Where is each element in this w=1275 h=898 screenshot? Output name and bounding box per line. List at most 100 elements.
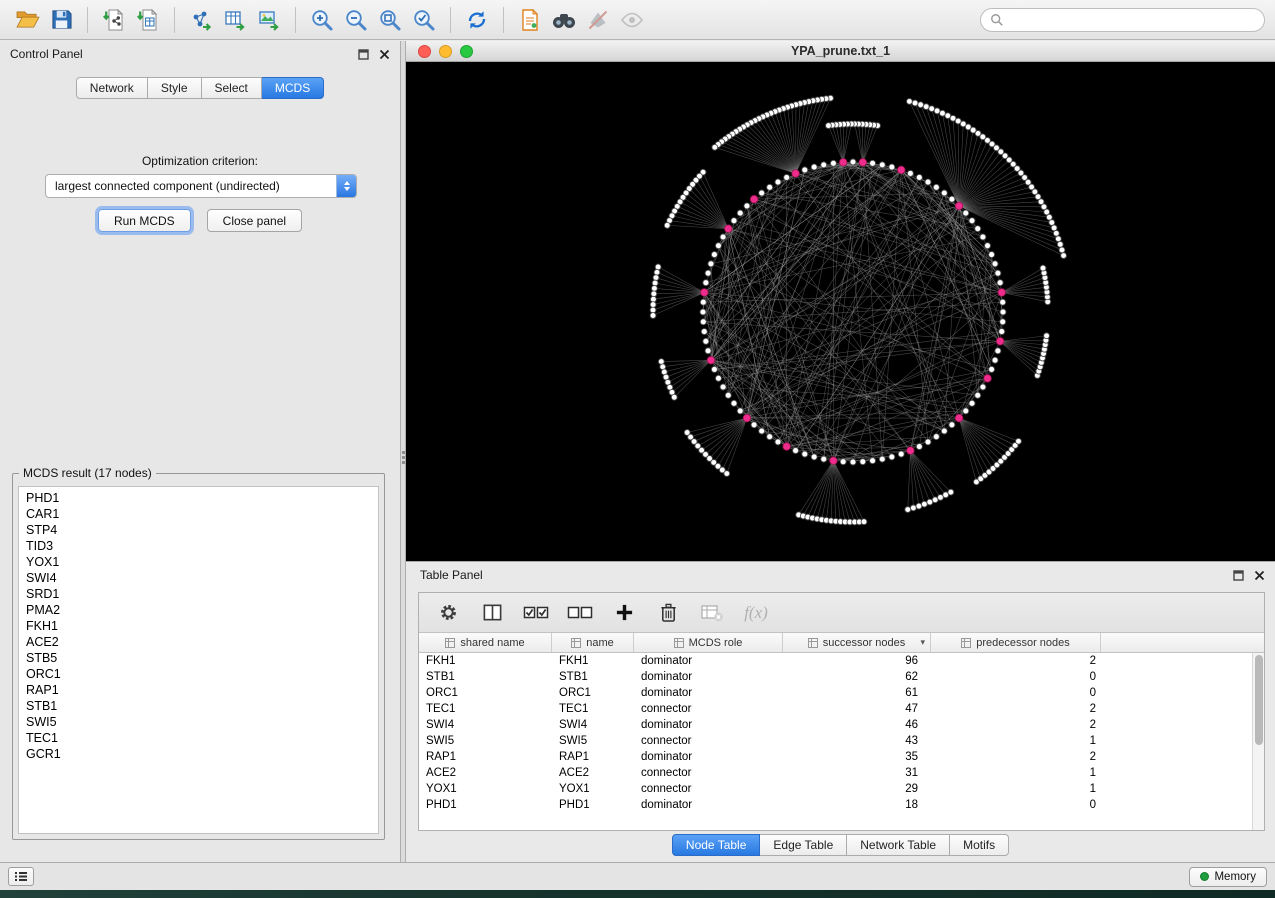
list-item[interactable]: ACE2 <box>26 634 378 650</box>
tab-node-table[interactable]: Node Table <box>672 834 761 856</box>
network-node[interactable] <box>910 505 916 511</box>
network-node[interactable] <box>861 519 867 525</box>
network-node[interactable] <box>916 503 922 509</box>
list-item[interactable]: FKH1 <box>26 618 378 634</box>
network-node[interactable] <box>715 375 721 381</box>
network-node[interactable] <box>889 164 895 170</box>
network-node[interactable] <box>1051 225 1057 231</box>
table-row[interactable]: ORC1ORC1dominator610 <box>419 685 1264 701</box>
list-item[interactable]: PHD1 <box>26 490 378 506</box>
list-item[interactable]: STP4 <box>26 522 378 538</box>
network-node[interactable] <box>975 392 981 398</box>
network-node[interactable] <box>933 184 939 190</box>
network-dominator-node[interactable] <box>707 356 715 364</box>
network-node[interactable] <box>941 428 947 434</box>
close-panel-button[interactable]: Close panel <box>207 209 302 232</box>
network-node[interactable] <box>759 190 765 196</box>
network-node[interactable] <box>918 102 924 108</box>
zoom-selected-button[interactable] <box>407 5 441 35</box>
network-node[interactable] <box>767 184 773 190</box>
network-node[interactable] <box>850 459 856 465</box>
network-node[interactable] <box>1000 309 1006 315</box>
network-node[interactable] <box>905 507 911 513</box>
network-dominator-node[interactable] <box>700 289 708 297</box>
network-node[interactable] <box>1061 253 1067 259</box>
list-item[interactable]: TEC1 <box>26 730 378 746</box>
network-node[interactable] <box>925 439 931 445</box>
tab-network-table[interactable]: Network Table <box>847 834 950 856</box>
network-node[interactable] <box>1040 265 1046 271</box>
network-node[interactable] <box>720 384 726 390</box>
network-node[interactable] <box>1000 299 1006 305</box>
network-dominator-node[interactable] <box>859 159 867 167</box>
network-dominator-node[interactable] <box>750 195 758 203</box>
network-node[interactable] <box>999 329 1005 335</box>
network-node[interactable] <box>654 269 660 275</box>
list-item[interactable]: RAP1 <box>26 682 378 698</box>
network-node[interactable] <box>934 108 940 114</box>
network-node[interactable] <box>941 190 947 196</box>
network-dominator-node[interactable] <box>830 457 838 465</box>
network-node[interactable] <box>992 261 998 267</box>
table-row[interactable]: TEC1TEC1connector472 <box>419 701 1264 717</box>
list-item[interactable]: PMA2 <box>26 602 378 618</box>
hide-graphics-details-button[interactable] <box>581 5 615 35</box>
network-node[interactable] <box>652 280 658 286</box>
deselect-all-rows-button[interactable] <box>563 598 597 628</box>
network-dominator-node[interactable] <box>783 443 791 451</box>
network-node[interactable] <box>737 210 743 216</box>
apply-layout-button[interactable] <box>460 5 494 35</box>
network-node[interactable] <box>995 270 1001 276</box>
chevron-down-icon[interactable]: ▾ <box>920 637 925 648</box>
network-node[interactable] <box>989 252 995 258</box>
network-node[interactable] <box>715 243 721 249</box>
network-node[interactable] <box>784 174 790 180</box>
network-node[interactable] <box>703 338 709 344</box>
show-columns-button[interactable] <box>475 598 509 628</box>
network-dominator-node[interactable] <box>955 414 963 422</box>
tab-mcds[interactable]: MCDS <box>262 77 324 99</box>
table-row[interactable]: SWI5SWI5connector431 <box>419 733 1264 749</box>
table-scrollbar[interactable] <box>1252 653 1264 830</box>
network-node[interactable] <box>912 100 918 106</box>
network-node[interactable] <box>724 471 730 477</box>
list-item[interactable]: TID3 <box>26 538 378 554</box>
network-node[interactable] <box>889 454 895 460</box>
column-header-predecessor-nodes[interactable]: predecessor nodes <box>931 633 1101 652</box>
network-node[interactable] <box>870 160 876 166</box>
network-node[interactable] <box>1044 333 1050 339</box>
network-dominator-node[interactable] <box>955 202 963 210</box>
network-node[interactable] <box>916 174 922 180</box>
network-node[interactable] <box>933 434 939 440</box>
select-all-rows-button[interactable] <box>519 598 553 628</box>
network-node[interactable] <box>671 394 677 400</box>
network-node[interactable] <box>811 454 817 460</box>
network-node[interactable] <box>969 218 975 224</box>
network-node[interactable] <box>664 222 670 228</box>
network-node[interactable] <box>925 179 931 185</box>
network-node[interactable] <box>921 501 927 507</box>
tab-select[interactable]: Select <box>202 77 262 99</box>
network-dominator-node[interactable] <box>998 289 1006 297</box>
network-node[interactable] <box>711 252 717 258</box>
save-session-button[interactable] <box>44 5 78 35</box>
network-node[interactable] <box>916 444 922 450</box>
network-dominator-node[interactable] <box>984 375 992 383</box>
import-table-button[interactable] <box>131 5 165 35</box>
network-node[interactable] <box>731 400 737 406</box>
network-node[interactable] <box>995 348 1001 354</box>
network-node[interactable] <box>821 456 827 462</box>
function-builder-button[interactable]: f(x) <box>739 598 773 628</box>
column-header-successor-nodes[interactable]: successor nodes▾ <box>783 633 931 652</box>
network-node[interactable] <box>793 448 799 454</box>
network-node[interactable] <box>775 439 781 445</box>
network-canvas[interactable] <box>406 62 1275 561</box>
table-row[interactable]: YOX1YOX1connector291 <box>419 781 1264 797</box>
network-node[interactable] <box>651 285 657 291</box>
table-row[interactable]: FKH1FKH1dominator962 <box>419 653 1264 669</box>
network-node[interactable] <box>775 179 781 185</box>
network-dominator-node[interactable] <box>839 159 847 167</box>
column-header-MCDS-role[interactable]: MCDS role <box>634 633 783 652</box>
delete-table-button[interactable] <box>695 598 729 628</box>
network-node[interactable] <box>940 110 946 116</box>
